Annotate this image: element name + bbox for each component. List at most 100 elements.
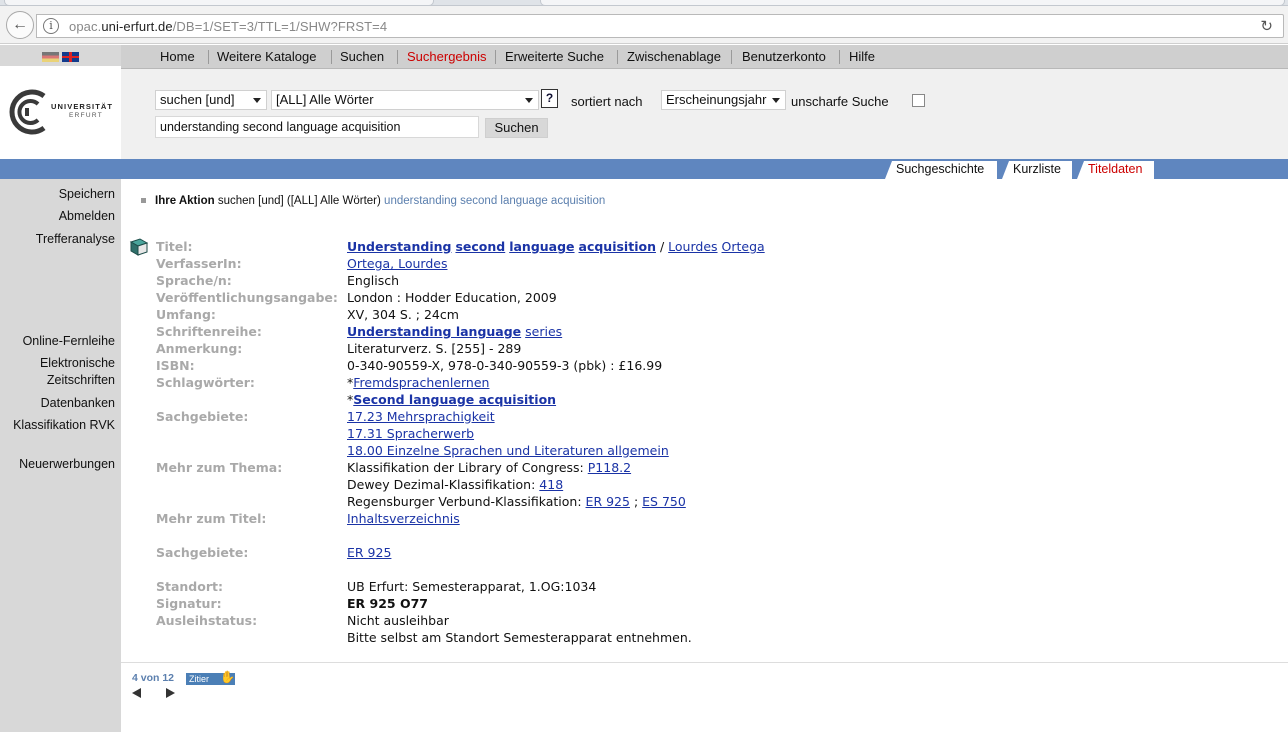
- series-link-rest[interactable]: series: [525, 324, 562, 339]
- title-word-link[interactable]: language: [509, 239, 574, 254]
- nav-benutzerkonto[interactable]: Benutzerkonto: [742, 49, 826, 64]
- info-icon[interactable]: i: [43, 18, 59, 34]
- title-word-link[interactable]: second: [455, 239, 505, 254]
- fuzzy-checkbox[interactable]: [912, 94, 925, 107]
- university-logo[interactable]: UNIVERSITÄT ERFURT: [0, 66, 121, 159]
- nav-suchergebnis[interactable]: Suchergebnis: [407, 49, 487, 64]
- result-tab-bar: Suchgeschichte Kurzliste Titeldaten: [0, 159, 1288, 179]
- label-sachgebiete: Sachgebiete:: [156, 409, 249, 424]
- nav-elektronische-zeitschriften[interactable]: Elektronische: [40, 356, 115, 370]
- nav-separator: [331, 50, 332, 64]
- rvk-separator: ;: [633, 494, 639, 509]
- subject-link[interactable]: Second language acquisition: [353, 392, 556, 407]
- title-word-link[interactable]: acquisition: [579, 239, 656, 254]
- search-button[interactable]: Suchen: [485, 118, 548, 138]
- sort-value: Erscheinungsjahr: [666, 92, 767, 107]
- nav-klassifikation-rvk[interactable]: Klassifikation RVK: [13, 418, 115, 432]
- lcc-link[interactable]: P118.2: [588, 460, 631, 475]
- action-query: understanding second language acquisitio…: [384, 195, 606, 207]
- value-standort: UB Erfurt: Semesterapparat, 1.OG:1034: [347, 579, 597, 594]
- search-field-value: [ALL] Alle Wörter: [276, 92, 374, 107]
- address-bar[interactable]: i opac.uni-erfurt.de/DB=1/SET=3/TTL=1/SH…: [36, 14, 1284, 38]
- chevron-down-icon: [772, 98, 780, 103]
- search-input[interactable]: understanding second language acquisitio…: [155, 116, 479, 138]
- tab-bar-left: [0, 159, 121, 179]
- nav-home[interactable]: Home: [160, 49, 195, 64]
- nav-separator: [495, 50, 496, 64]
- author-word-link[interactable]: Lourdes: [668, 239, 717, 254]
- nav-separator: [617, 50, 618, 64]
- title-word-link[interactable]: Understanding: [347, 239, 451, 254]
- previous-arrow-icon[interactable]: [132, 688, 141, 698]
- nav-neuerwerbungen[interactable]: Neuerwerbungen: [19, 457, 115, 471]
- url-text: opac.uni-erfurt.de/DB=1/SET=3/TTL=1/SHW?…: [69, 19, 388, 34]
- bullet-icon: [141, 198, 146, 204]
- nav-zwischenablage[interactable]: Zwischenablage: [627, 49, 721, 64]
- label-sprache: Sprache/n:: [156, 273, 232, 288]
- nav-datenbanken[interactable]: Datenbanken: [41, 396, 115, 410]
- subject-area-link[interactable]: ER 925: [347, 545, 391, 560]
- tab-titeldaten[interactable]: Titeldaten: [1077, 161, 1154, 179]
- label-mehr-zum-titel: Mehr zum Titel:: [156, 511, 267, 526]
- nav-online-fernleihe[interactable]: Online-Fernleihe: [23, 334, 115, 348]
- label-standort: Standort:: [156, 579, 223, 594]
- nav-elektronische-zeitschriften-2[interactable]: Zeitschriften: [47, 373, 115, 387]
- ddc-link[interactable]: 418: [539, 477, 563, 492]
- value-ausleihstatus: Nicht ausleihbar: [347, 613, 449, 628]
- help-button[interactable]: ?: [541, 89, 558, 108]
- subject-link[interactable]: Fremdsprachenlernen: [353, 375, 489, 390]
- search-field-select[interactable]: [ALL] Alle Wörter: [271, 90, 539, 110]
- label-veroeffentlichung: Veröffentlichungsangabe:: [156, 290, 338, 305]
- author-word-link[interactable]: Ortega: [722, 239, 765, 254]
- nav-erweiterte-suche[interactable]: Erweiterte Suche: [505, 49, 604, 64]
- search-action-summary: Ihre Aktion suchen [und] ([ALL] Alle Wör…: [141, 195, 605, 207]
- university-logo-icon: [9, 89, 46, 135]
- nav-separator: [731, 50, 732, 64]
- language-switch: [42, 52, 79, 62]
- ddc-label: Dewey Dezimal-Klassifikation:: [347, 477, 536, 492]
- subject-area-link[interactable]: 18.00 Einzelne Sprachen und Literaturen …: [347, 443, 669, 458]
- lcc-label: Klassifikation der Library of Congress:: [347, 460, 584, 475]
- reload-icon[interactable]: ↻: [1260, 17, 1273, 35]
- sort-select[interactable]: Erscheinungsjahr: [661, 90, 786, 110]
- english-flag-icon[interactable]: [62, 52, 79, 62]
- next-arrow-icon[interactable]: [166, 688, 175, 698]
- tab-suchgeschichte[interactable]: Suchgeschichte: [885, 161, 997, 179]
- rvk-link[interactable]: ER 925: [586, 494, 630, 509]
- title-separator: /: [659, 239, 665, 254]
- label-mehr-zum-thema: Mehr zum Thema:: [156, 460, 283, 475]
- nav-hilfe[interactable]: Hilfe: [849, 49, 875, 64]
- german-flag-icon[interactable]: [42, 52, 59, 62]
- value-titel: Understanding second language acquisitio…: [347, 239, 765, 254]
- pager-text: 4 von 12: [132, 672, 175, 684]
- label-schlagwoerter: Schlagwörter:: [156, 375, 255, 390]
- action-text: suchen [und] ([ALL] Alle Wörter): [217, 195, 381, 207]
- rvk-link[interactable]: ES 750: [642, 494, 686, 509]
- back-arrow-icon[interactable]: ←: [6, 11, 34, 39]
- tab-kurzliste[interactable]: Kurzliste: [1002, 161, 1072, 179]
- nav-separator: [397, 50, 398, 64]
- citation-button[interactable]: Zitier ✋: [186, 671, 235, 685]
- nav-separator: [208, 50, 209, 64]
- search-mode-select[interactable]: suchen [und]: [155, 90, 267, 110]
- sort-label: sortiert nach: [571, 94, 643, 109]
- nav-weitere-kataloge[interactable]: Weitere Kataloge: [217, 49, 317, 64]
- nav-abmelden[interactable]: Abmelden: [59, 209, 115, 223]
- divider: [121, 662, 1288, 663]
- value-umfang: XV, 304 S. ; 24cm: [347, 307, 459, 322]
- value-hinweis: Bitte selbst am Standort Semesterapparat…: [347, 630, 692, 645]
- value-veroeffentlichung: London : Hodder Education, 2009: [347, 290, 557, 305]
- subject-area-link[interactable]: 17.31 Spracherwerb: [347, 426, 474, 441]
- nav-suchen[interactable]: Suchen: [340, 49, 384, 64]
- series-link[interactable]: Understanding language: [347, 324, 521, 339]
- nav-speichern[interactable]: Speichern: [59, 187, 115, 201]
- nav-trefferanalyse[interactable]: Trefferanalyse: [36, 232, 115, 246]
- left-navigation: Speichern Abmelden Trefferanalyse Online…: [0, 179, 121, 732]
- subject-area-link[interactable]: 17.23 Mehrsprachigkeit: [347, 409, 495, 424]
- nav-separator: [839, 50, 840, 64]
- author-link[interactable]: Ortega, Lourdes: [347, 256, 447, 271]
- label-signatur: Signatur:: [156, 596, 222, 611]
- label-anmerkung: Anmerkung:: [156, 341, 243, 356]
- toc-link[interactable]: Inhaltsverzeichnis: [347, 511, 460, 526]
- label-umfang: Umfang:: [156, 307, 216, 322]
